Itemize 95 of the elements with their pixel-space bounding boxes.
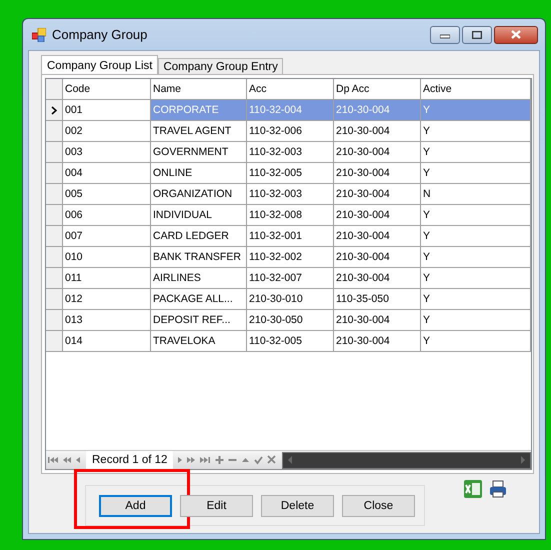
table-cell: Y: [421, 226, 531, 247]
record-position: Record 1 of 12: [86, 451, 174, 469]
table-cell: 210-30-004: [334, 184, 421, 205]
table-cell: Y: [421, 100, 531, 121]
row-header[interactable]: [46, 100, 63, 121]
printer-icon[interactable]: [488, 479, 508, 499]
table-cell: 010: [63, 247, 151, 268]
table-cell: CARD LEDGER: [151, 226, 247, 247]
table-cell: 210-30-004: [334, 100, 421, 121]
maximize-button[interactable]: [462, 26, 492, 44]
table-cell: 210-30-004: [334, 142, 421, 163]
column-header[interactable]: Name: [151, 79, 247, 100]
table-cell: Y: [421, 163, 531, 184]
table-cell: BANK TRANSFER: [151, 247, 247, 268]
cancel-icon[interactable]: [267, 455, 276, 465]
table-cell: 210-30-004: [334, 226, 421, 247]
window-title: Company Group: [52, 27, 148, 42]
column-header[interactable]: Code: [63, 79, 151, 100]
action-button[interactable]: Close: [342, 494, 415, 516]
table-cell: 110-32-001: [247, 226, 334, 247]
spreadsheet-icon[interactable]: [463, 479, 483, 499]
action-button[interactable]: Add: [99, 494, 172, 516]
table-cell: Y: [421, 289, 531, 310]
table-cell: 210-30-004: [334, 163, 421, 184]
table-cell: Y: [421, 331, 531, 352]
table-cell: 110-32-004: [247, 100, 334, 121]
table-cell: 007: [63, 226, 151, 247]
table-cell: TRAVELOKA: [151, 331, 247, 352]
table-cell: 006: [63, 205, 151, 226]
table-cell: ORGANIZATION: [151, 184, 247, 205]
table-cell: 005: [63, 184, 151, 205]
table-cell: 110-32-003: [247, 184, 334, 205]
table-cell: Y: [421, 121, 531, 142]
column-header[interactable]: Dp Acc: [334, 79, 421, 100]
current-row-icon: [51, 106, 57, 114]
previous-record-icon[interactable]: [76, 455, 82, 465]
action-button[interactable]: Edit: [180, 494, 253, 516]
previous-page-icon[interactable]: [63, 455, 72, 465]
table-cell: Y: [421, 247, 531, 268]
first-record-icon[interactable]: [48, 455, 59, 465]
table-cell: DEPOSIT REF...: [151, 310, 247, 331]
table-cell: PACKAGE ALL...: [151, 289, 247, 310]
check-icon[interactable]: [254, 455, 264, 465]
close-button[interactable]: [494, 26, 538, 44]
table-cell: 110-32-005: [247, 331, 334, 352]
table-cell: 210-30-004: [334, 310, 421, 331]
table-cell: 110-32-005: [247, 163, 334, 184]
table-cell: 110-32-008: [247, 205, 334, 226]
table-cell: 110-32-007: [247, 268, 334, 289]
table-cell: 110-32-003: [247, 142, 334, 163]
scroll-right-icon[interactable]: [520, 456, 525, 464]
table-cell: 012: [63, 289, 151, 310]
close-icon: [511, 30, 521, 39]
table-cell: ONLINE: [151, 163, 247, 184]
table-cell: GOVERNMENT: [151, 142, 247, 163]
table-cell: 210-30-004: [334, 247, 421, 268]
table-cell: N: [421, 184, 531, 205]
table-cell: 013: [63, 310, 151, 331]
tab[interactable]: Company Group List: [41, 55, 158, 75]
table-cell: 210-30-010: [247, 289, 334, 310]
table-cell: 002: [63, 121, 151, 142]
column-header[interactable]: Acc: [247, 79, 334, 100]
table-cell: 110-32-006: [247, 121, 334, 142]
minimize-button[interactable]: [430, 26, 460, 44]
table-cell: CORPORATE: [151, 100, 247, 121]
maximize-icon: [472, 30, 482, 38]
next-page-icon[interactable]: [187, 455, 196, 465]
table-cell: TRAVEL AGENT: [151, 121, 247, 142]
table-cell: Y: [421, 205, 531, 226]
horizontal-scrollbar[interactable]: [282, 452, 531, 468]
table-cell: 210-30-050: [247, 310, 334, 331]
table-cell: Y: [421, 310, 531, 331]
scroll-left-icon[interactable]: [288, 456, 294, 464]
tab[interactable]: Company Group Entry: [158, 58, 283, 75]
table-cell: AIRLINES: [151, 268, 247, 289]
table-cell: Y: [421, 142, 531, 163]
table-cell: 210-30-004: [334, 268, 421, 289]
column-header[interactable]: Active: [421, 79, 531, 100]
table-cell: 210-30-004: [334, 331, 421, 352]
table-cell: 110-35-050: [334, 289, 421, 310]
table-cell: 011: [63, 268, 151, 289]
table-cell: 210-30-004: [334, 121, 421, 142]
table-cell: 004: [63, 163, 151, 184]
table-cell: 110-32-002: [247, 247, 334, 268]
table-cell: 210-30-004: [334, 205, 421, 226]
table-cell: 014: [63, 331, 151, 352]
last-record-icon[interactable]: [200, 455, 212, 465]
header-corner: [46, 79, 63, 100]
add-record-icon[interactable]: [215, 455, 224, 465]
table-cell: Y: [421, 268, 531, 289]
app-icon: [32, 28, 46, 42]
next-record-icon[interactable]: [177, 455, 184, 465]
table-cell: 003: [63, 142, 151, 163]
action-button[interactable]: Delete: [261, 494, 334, 516]
table-cell: INDIVIDUAL: [151, 205, 247, 226]
